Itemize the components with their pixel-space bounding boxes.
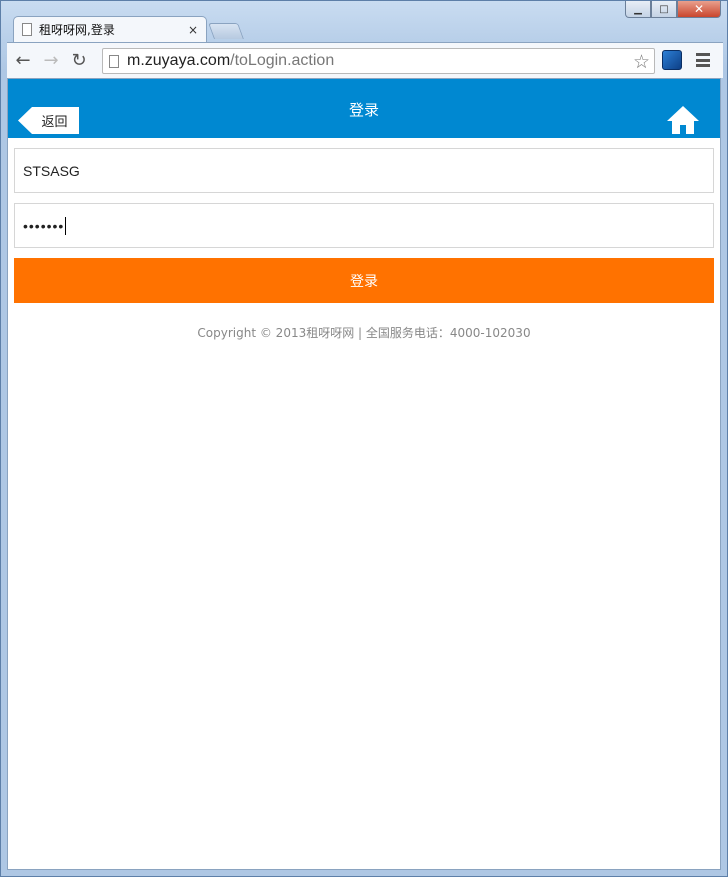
page-title: 登录: [348, 101, 379, 119]
browser-toolbar: ← → ↻ m.zuyaya.com/toLogin.action ☆: [7, 42, 723, 78]
reload-icon[interactable]: ↻: [67, 49, 91, 73]
username-input[interactable]: STSASG: [14, 148, 714, 193]
back-arrow-icon[interactable]: ←: [11, 49, 35, 73]
page-header: 返回 登录: [8, 79, 720, 138]
home-icon[interactable]: [666, 105, 700, 135]
minimize-button[interactable]: ▁: [625, 1, 651, 18]
password-value: •••••••: [23, 217, 65, 234]
tab-close-icon[interactable]: ×: [188, 23, 198, 37]
menu-icon[interactable]: [696, 53, 710, 67]
forward-arrow-icon[interactable]: →: [39, 49, 63, 73]
extension-icon[interactable]: [662, 50, 682, 70]
new-tab-button[interactable]: [208, 23, 244, 39]
address-bar[interactable]: m.zuyaya.com/toLogin.action ☆: [102, 48, 655, 74]
page-icon: [109, 54, 119, 68]
close-window-button[interactable]: ✕: [677, 1, 721, 18]
url-host: m.zuyaya.com: [127, 52, 231, 69]
login-button[interactable]: 登录: [14, 258, 714, 303]
username-value: STSASG: [23, 162, 80, 179]
maximize-button[interactable]: □: [651, 1, 677, 18]
bookmark-star-icon[interactable]: ☆: [633, 51, 650, 73]
window-controls: ▁ □ ✕: [625, 1, 721, 19]
page-viewport: 返回 登录 STSASG ••••••• 登录 Copyright © 2013…: [7, 78, 721, 870]
page-icon: [22, 23, 32, 36]
url-path: /toLogin.action: [230, 52, 335, 69]
copyright-text: Copyright © 2013租呀呀网 | 全国服务电话：4000-10203…: [197, 326, 531, 340]
password-input[interactable]: •••••••: [14, 203, 714, 248]
browser-tab[interactable]: 租呀呀网,登录 ×: [13, 16, 207, 42]
text-caret: [65, 216, 67, 235]
tab-title: 租呀呀网,登录: [39, 23, 115, 37]
browser-window: ▁ □ ✕ 租呀呀网,登录 × ← → ↻ m.zuyaya.com/toLog…: [0, 0, 728, 877]
